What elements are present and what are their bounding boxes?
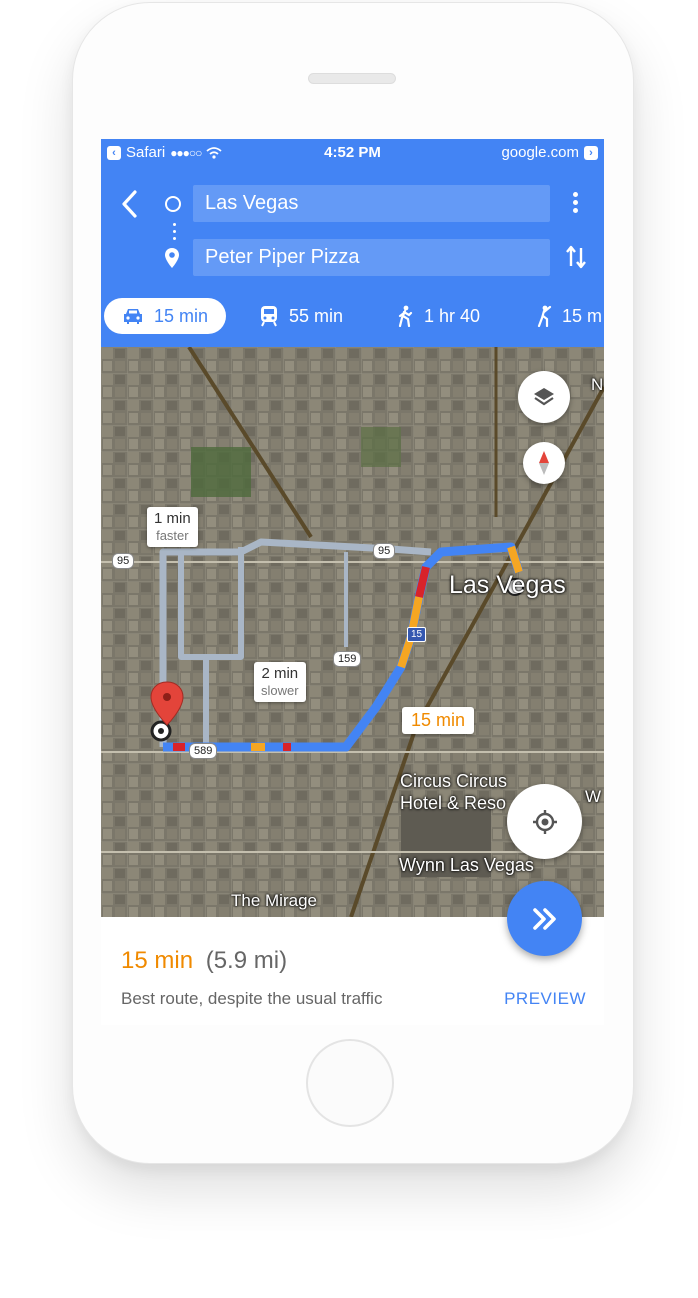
tab-driving[interactable]: 15 min xyxy=(104,298,227,334)
screen: ‹ Safari ●●●○○ 4:52 PM google.com › Las … xyxy=(101,139,604,1025)
route-summary: 15 min (5.9 mi) xyxy=(121,947,287,975)
crosshair-icon xyxy=(532,809,557,834)
alt-route-time: 1 min xyxy=(154,510,191,527)
alt-route-slower-callout[interactable]: 2 min slower xyxy=(254,662,306,702)
alt-route-note: slower xyxy=(261,683,299,698)
double-chevron-right-icon xyxy=(532,907,556,930)
back-arrow-icon[interactable] xyxy=(117,188,141,220)
travel-mode-tabs: 15 min 55 min 1 hr 40 15 m xyxy=(101,296,604,336)
destination-pin-icon xyxy=(165,248,179,268)
alt-route-faster-callout[interactable]: 1 min faster xyxy=(147,507,198,547)
layers-icon xyxy=(534,388,554,406)
speaker-grille xyxy=(308,73,396,84)
walking-time: 1 hr 40 xyxy=(424,305,481,326)
home-button[interactable] xyxy=(306,1039,394,1127)
forward-link-icon[interactable]: › xyxy=(584,145,598,160)
status-bar: ‹ Safari ●●●○○ 4:52 PM google.com › xyxy=(101,139,604,167)
connector-dot xyxy=(173,230,176,233)
poi-label: Hotel & Reso xyxy=(400,793,507,813)
route159-shield: 159 xyxy=(333,651,362,667)
ride-time: 15 m xyxy=(562,305,603,326)
more-options-icon[interactable] xyxy=(569,189,581,219)
alt-route-time: 2 min xyxy=(261,665,299,682)
tab-transit[interactable]: 55 min xyxy=(259,298,343,334)
swap-directions-icon[interactable] xyxy=(565,244,587,270)
us95-shield: 95 xyxy=(373,543,396,559)
route-description: Best route, despite the usual traffic xyxy=(121,989,383,1008)
route-time: 15 min xyxy=(121,947,194,974)
my-location-button[interactable] xyxy=(507,784,582,859)
poi-label: Circus Circus xyxy=(400,771,508,791)
ride-icon xyxy=(537,305,552,327)
train-icon xyxy=(261,306,277,327)
destination-field[interactable]: Peter Piper Pizza xyxy=(193,239,550,276)
city-label: Las Vegas xyxy=(449,571,566,599)
transit-time: 55 min xyxy=(289,305,344,326)
preview-button[interactable]: PREVIEW xyxy=(504,989,586,1009)
main-route-callout[interactable]: 15 min xyxy=(402,707,475,734)
route589-shield: 589 xyxy=(189,743,218,759)
compass-icon xyxy=(539,451,549,475)
poi-label: The Mirage xyxy=(231,891,317,910)
driving-time: 15 min xyxy=(154,305,209,326)
car-icon xyxy=(124,309,142,324)
origin-field[interactable]: Las Vegas xyxy=(193,185,550,222)
edge-label: W xyxy=(585,787,602,806)
tab-walking[interactable]: 1 hr 40 xyxy=(396,298,480,334)
us95-shield: 95 xyxy=(112,553,135,569)
connector-dot xyxy=(173,237,176,240)
edge-label: N xyxy=(591,375,604,394)
directions-header: ‹ Safari ●●●○○ 4:52 PM google.com › Las … xyxy=(101,139,604,347)
status-url[interactable]: google.com xyxy=(501,144,579,161)
tab-ride[interactable]: 15 m xyxy=(534,298,602,334)
start-navigation-button[interactable] xyxy=(507,881,582,956)
connector-dot xyxy=(173,223,176,226)
layers-button[interactable] xyxy=(518,371,570,423)
compass-button[interactable] xyxy=(523,442,565,484)
walk-icon xyxy=(398,305,413,327)
origin-circle-icon xyxy=(165,196,181,212)
route-distance: (5.9 mi) xyxy=(205,947,288,974)
poi-label: Wynn Las Vegas xyxy=(399,855,534,875)
i15-shield: 15 xyxy=(407,627,427,642)
alt-route-note: faster xyxy=(156,528,189,543)
map-view[interactable]: 95 95 15 159 589 1 min faster 2 min slow… xyxy=(101,347,604,917)
